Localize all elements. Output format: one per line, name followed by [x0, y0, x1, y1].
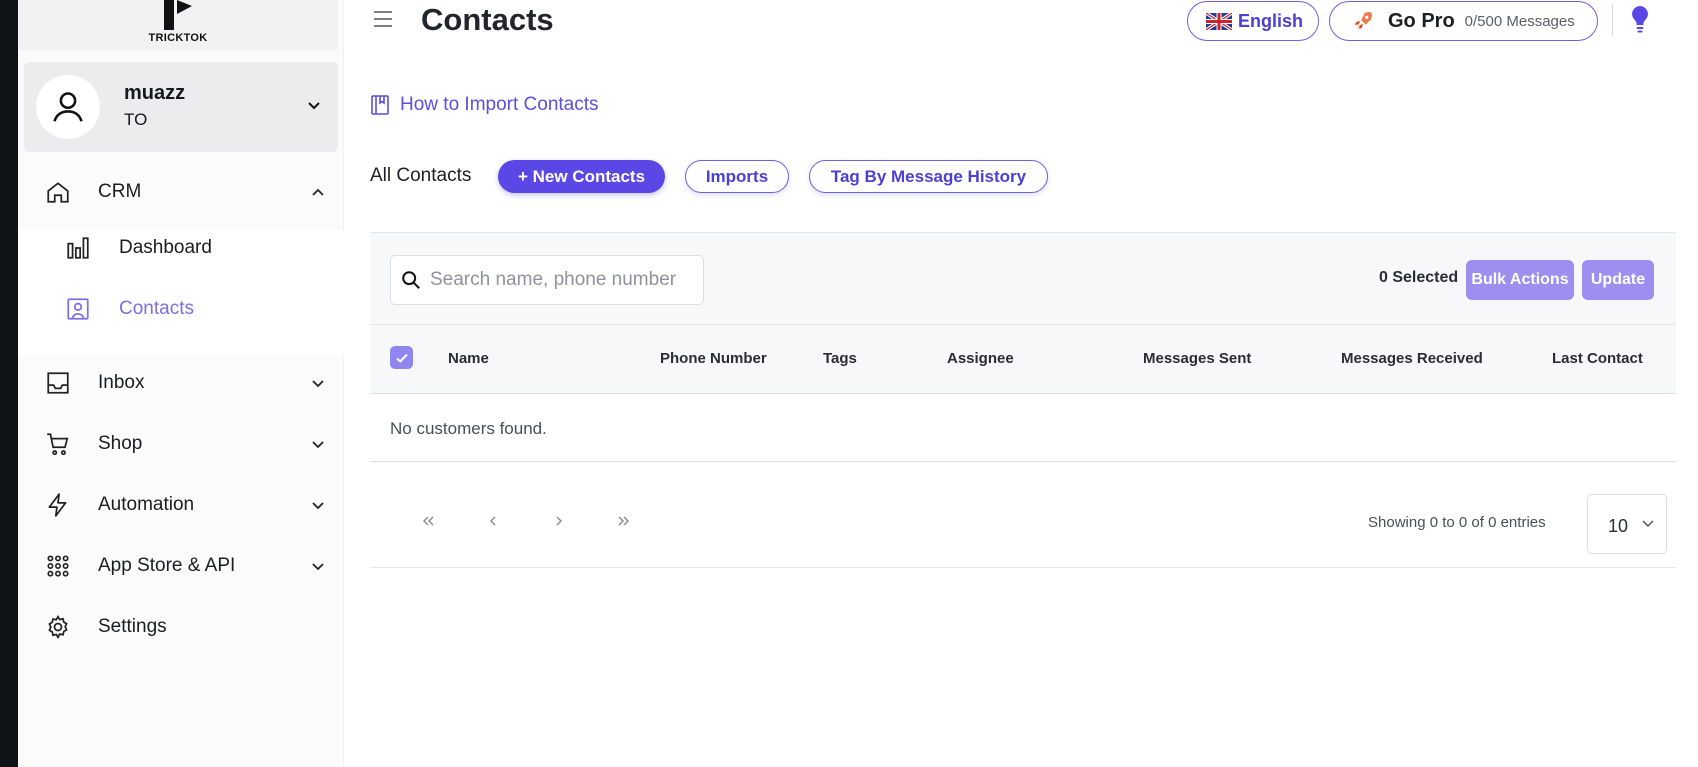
tricktok-logo-icon	[164, 0, 192, 30]
table-header: Name Phone Number Tags Assignee Messages…	[370, 324, 1676, 394]
sidebar-item-label: Automation	[98, 494, 195, 515]
table-empty-row: No customers found.	[370, 394, 1676, 462]
home-icon	[44, 178, 72, 206]
user-icon	[53, 92, 83, 122]
user-name: muazz	[124, 82, 186, 104]
sidebar-item-label: Shop	[98, 433, 143, 454]
selected-count: 0 Selected	[1379, 269, 1459, 286]
sidebar-item-label: Dashboard	[119, 237, 212, 258]
gear-icon	[44, 613, 72, 641]
how-to-import-label: How to Import Contacts	[400, 94, 599, 115]
chevrons-left-icon	[422, 516, 434, 526]
search-icon	[402, 271, 420, 289]
go-pro-button[interactable]: Go Pro 0/500 Messages	[1329, 1, 1598, 41]
logo-area[interactable]: TRICKTOK	[18, 0, 338, 50]
sidebar-item-label: Contacts	[119, 298, 194, 319]
user-switcher[interactable]: muazz TO	[24, 62, 338, 152]
rocket-icon	[1352, 10, 1374, 32]
lightning-icon	[44, 491, 72, 519]
page-size-select[interactable]: 10	[1587, 494, 1667, 554]
bulk-actions-button[interactable]: Bulk Actions	[1466, 260, 1574, 300]
sidebar-item-label: App Store & API	[98, 555, 236, 576]
sidebar-item-inbox[interactable]: Inbox	[18, 357, 344, 409]
contact-card-icon	[64, 295, 92, 323]
new-contacts-button[interactable]: + New Contacts	[498, 160, 665, 193]
chevron-down-icon	[312, 441, 324, 449]
inbox-icon	[44, 369, 72, 397]
next-page-button[interactable]	[549, 512, 569, 530]
sidebar-item-dashboard[interactable]: Dashboard	[18, 222, 344, 274]
last-page-button[interactable]	[614, 512, 634, 530]
sidebar-item-label: Settings	[98, 616, 167, 637]
tab-all-contacts[interactable]: All Contacts	[370, 165, 471, 187]
language-label: English	[1238, 10, 1304, 31]
sidebar-item-settings[interactable]: Settings	[18, 601, 344, 653]
sidebar-item-crm[interactable]: CRM	[18, 166, 344, 218]
prev-page-button[interactable]	[483, 512, 503, 530]
search-box[interactable]	[390, 255, 704, 305]
window-edge	[0, 0, 18, 767]
sidebar: TRICKTOK muazz TO CRM Dashboard Contacts…	[18, 0, 344, 767]
chevron-down-icon	[312, 502, 324, 510]
how-to-import-link[interactable]: How to Import Contacts	[370, 94, 599, 116]
column-header-last-contact[interactable]: Last Contact	[1552, 350, 1643, 367]
imports-button[interactable]: Imports	[685, 160, 789, 193]
menu-icon[interactable]	[372, 8, 394, 30]
column-header-messages-received[interactable]: Messages Received	[1341, 350, 1483, 367]
chevron-down-icon	[312, 380, 324, 388]
page-size-value: 10	[1608, 516, 1629, 536]
chevron-left-icon	[489, 516, 496, 526]
chevron-down-icon	[1642, 520, 1654, 528]
contacts-table-panel: 0 Selected Bulk Actions Update Name Phon…	[370, 232, 1676, 568]
app-root: TRICKTOK muazz TO CRM Dashboard Contacts…	[0, 0, 1698, 767]
header-divider	[1612, 4, 1613, 36]
chevron-right-icon	[556, 516, 563, 526]
page-title: Contacts	[421, 2, 554, 37]
sidebar-item-label: CRM	[98, 181, 142, 202]
empty-message: No customers found.	[390, 419, 547, 438]
entries-summary: Showing 0 to 0 of 0 entries	[1368, 514, 1546, 531]
column-header-tags[interactable]: Tags	[823, 350, 857, 367]
avatar	[36, 75, 100, 139]
cart-icon	[44, 430, 72, 458]
select-all-checkbox[interactable]	[390, 346, 413, 369]
column-header-messages-sent[interactable]: Messages Sent	[1143, 350, 1251, 367]
tag-by-message-history-button[interactable]: Tag By Message History	[809, 160, 1048, 193]
column-header-phone[interactable]: Phone Number	[660, 350, 767, 367]
chevron-up-icon	[312, 188, 324, 196]
sidebar-item-automation[interactable]: Automation	[18, 479, 344, 531]
grid-dots-icon	[44, 552, 72, 580]
brand-name: TRICKTOK	[148, 32, 208, 44]
update-button[interactable]: Update	[1582, 260, 1654, 300]
bar-chart-icon	[64, 234, 92, 262]
table-toolbar: 0 Selected Bulk Actions Update	[370, 232, 1676, 324]
chevrons-right-icon	[618, 516, 630, 526]
user-org: TO	[124, 110, 148, 129]
sidebar-item-label: Inbox	[98, 372, 145, 393]
go-pro-label: Go Pro	[1388, 9, 1455, 32]
column-header-name[interactable]: Name	[448, 350, 489, 367]
sidebar-item-app-store[interactable]: App Store & API	[18, 540, 344, 592]
sidebar-item-contacts[interactable]: Contacts	[18, 283, 344, 335]
lightbulb-icon[interactable]	[1628, 4, 1652, 34]
first-page-button[interactable]	[418, 512, 438, 530]
column-header-assignee[interactable]: Assignee	[947, 350, 1014, 367]
check-icon	[395, 353, 408, 363]
pagination: Showing 0 to 0 of 0 entries 10	[370, 462, 1676, 568]
uk-flag-icon	[1206, 12, 1232, 30]
message-quota: 0/500 Messages	[1464, 12, 1575, 30]
chevron-down-icon	[308, 102, 320, 110]
chevron-down-icon	[312, 563, 324, 571]
language-selector[interactable]: English	[1187, 1, 1319, 41]
search-input[interactable]	[430, 269, 690, 291]
sidebar-item-shop[interactable]: Shop	[18, 418, 344, 470]
book-icon	[371, 95, 389, 115]
